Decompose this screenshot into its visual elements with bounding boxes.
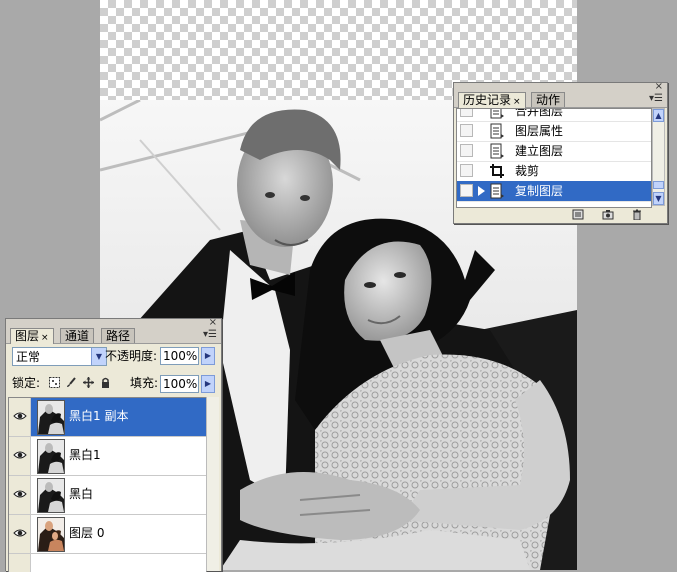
history-brush-source-checkbox[interactable]	[460, 144, 473, 157]
blend-mode-value: 正常	[16, 350, 41, 364]
layer-thumbnail[interactable]	[37, 517, 65, 552]
layer-row-empty	[9, 554, 206, 572]
layers-palette: × 图层 × 通道 路径 ▾☰ 正常 ▼ 不透明度: 100% ▶ 锁定: 填充:…	[5, 318, 222, 572]
eye-icon[interactable]	[13, 489, 27, 499]
history-list: 合并图层 图层属性 建立图层 裁剪 复制图层	[456, 108, 652, 208]
new-document-from-state-icon[interactable]	[572, 209, 584, 220]
layers-scrollbar[interactable]	[206, 397, 219, 571]
opacity-field[interactable]: 100%	[160, 347, 199, 365]
eye-icon[interactable]	[13, 450, 27, 460]
tab-layers-label: 图层	[15, 329, 40, 343]
scroll-up-icon[interactable]: ▲	[653, 109, 664, 122]
visibility-cell[interactable]	[9, 437, 31, 475]
history-item-label: 图层属性	[515, 124, 564, 138]
palette-menu-icon[interactable]: ▾☰	[649, 93, 663, 104]
history-brush-source-checkbox[interactable]	[460, 184, 473, 197]
opacity-slider-button[interactable]: ▶	[201, 347, 215, 365]
layer-thumbnail[interactable]	[37, 439, 65, 474]
scrollbar-thumb[interactable]	[653, 181, 664, 189]
history-brush-source-checkbox[interactable]	[460, 164, 473, 177]
tab-paths[interactable]: 路径	[101, 328, 136, 343]
tab-close-icon[interactable]: ×	[41, 333, 49, 343]
history-item-label: 裁剪	[515, 164, 540, 178]
layer-row-selected[interactable]: 黑白1 副本	[9, 398, 206, 437]
trash-icon[interactable]	[631, 209, 643, 220]
lock-all-icon[interactable]	[100, 377, 111, 388]
history-tabbar: 历史记录 × 动作 ▾☰	[454, 91, 667, 108]
layer-row[interactable]: 黑白	[9, 476, 206, 515]
chevron-down-icon[interactable]: ▼	[91, 348, 106, 365]
tab-close-icon[interactable]: ×	[513, 97, 521, 107]
tab-actions[interactable]: 动作	[531, 92, 566, 107]
tab-channels[interactable]: 通道	[60, 328, 95, 343]
layer-thumbnail[interactable]	[37, 478, 65, 513]
layers-tabbar: 图层 × 通道 路径 ▾☰	[6, 327, 221, 344]
visibility-cell[interactable]	[9, 398, 31, 436]
layer-name[interactable]: 黑白	[69, 486, 93, 502]
visibility-cell[interactable]	[9, 476, 31, 514]
history-item-label: 建立图层	[515, 144, 564, 158]
history-item[interactable]: 建立图层	[457, 141, 651, 162]
eye-icon[interactable]	[13, 411, 27, 421]
palette-menu-icon[interactable]: ▾☰	[203, 329, 217, 340]
lock-transparent-icon[interactable]	[49, 377, 60, 388]
tab-history-label: 历史记录	[463, 93, 512, 107]
history-scrollbar[interactable]: ▲ ▼	[652, 108, 665, 206]
scroll-down-icon[interactable]: ▼	[653, 192, 664, 205]
history-palette: × 历史记录 × 动作 ▾☰ 合并图层 图层属性 建立图层 裁剪 复制图层 ▲ …	[453, 82, 668, 224]
history-state-marker-icon[interactable]	[478, 186, 485, 196]
fill-slider-button[interactable]: ▶	[201, 375, 215, 393]
palette-title-strip: ×	[454, 82, 667, 92]
layer-row[interactable]: 黑白1	[9, 437, 206, 476]
layer-name[interactable]: 黑白1	[69, 447, 101, 463]
tab-paths-label: 路径	[106, 329, 131, 343]
lock-move-icon[interactable]	[83, 377, 94, 388]
document-icon	[490, 143, 504, 159]
layer-thumbnail[interactable]	[37, 400, 65, 435]
layer-name[interactable]: 黑白1 副本	[69, 408, 128, 424]
lock-label: 锁定:	[12, 376, 41, 390]
visibility-cell	[9, 554, 31, 572]
visibility-cell[interactable]	[9, 515, 31, 553]
history-item[interactable]: 裁剪	[457, 161, 651, 182]
layer-row[interactable]: 图层 0	[9, 515, 206, 554]
history-brush-source-checkbox[interactable]	[460, 109, 473, 117]
snapshot-camera-icon[interactable]	[602, 209, 614, 220]
document-icon	[490, 123, 504, 139]
palette-title-strip: ×	[6, 318, 221, 328]
history-item-selected[interactable]: 复制图层	[457, 181, 651, 202]
fill-label: 填充:	[130, 376, 159, 390]
document-icon	[490, 109, 504, 119]
crop-icon	[490, 164, 504, 178]
opacity-label: 不透明度:	[105, 349, 158, 363]
tab-channels-label: 通道	[65, 329, 90, 343]
blend-mode-select[interactable]: 正常 ▼	[12, 347, 107, 366]
lock-brush-icon[interactable]	[66, 377, 77, 388]
layer-name[interactable]: 图层 0	[69, 525, 104, 541]
history-bottom-bar	[454, 207, 667, 223]
document-icon	[490, 183, 504, 199]
tab-history[interactable]: 历史记录 ×	[458, 92, 526, 108]
history-item-label: 合并图层	[515, 108, 564, 118]
history-item[interactable]: 图层属性	[457, 121, 651, 142]
history-item[interactable]: 合并图层	[457, 108, 651, 122]
fill-field[interactable]: 100%	[160, 375, 199, 393]
tab-actions-label: 动作	[536, 93, 561, 107]
layers-list: 黑白1 副本 黑白1 黑白 图层 0	[8, 397, 207, 572]
eye-icon[interactable]	[13, 528, 27, 538]
tab-layers[interactable]: 图层 ×	[10, 328, 54, 344]
history-item-label: 复制图层	[515, 184, 564, 198]
history-brush-source-checkbox[interactable]	[460, 124, 473, 137]
